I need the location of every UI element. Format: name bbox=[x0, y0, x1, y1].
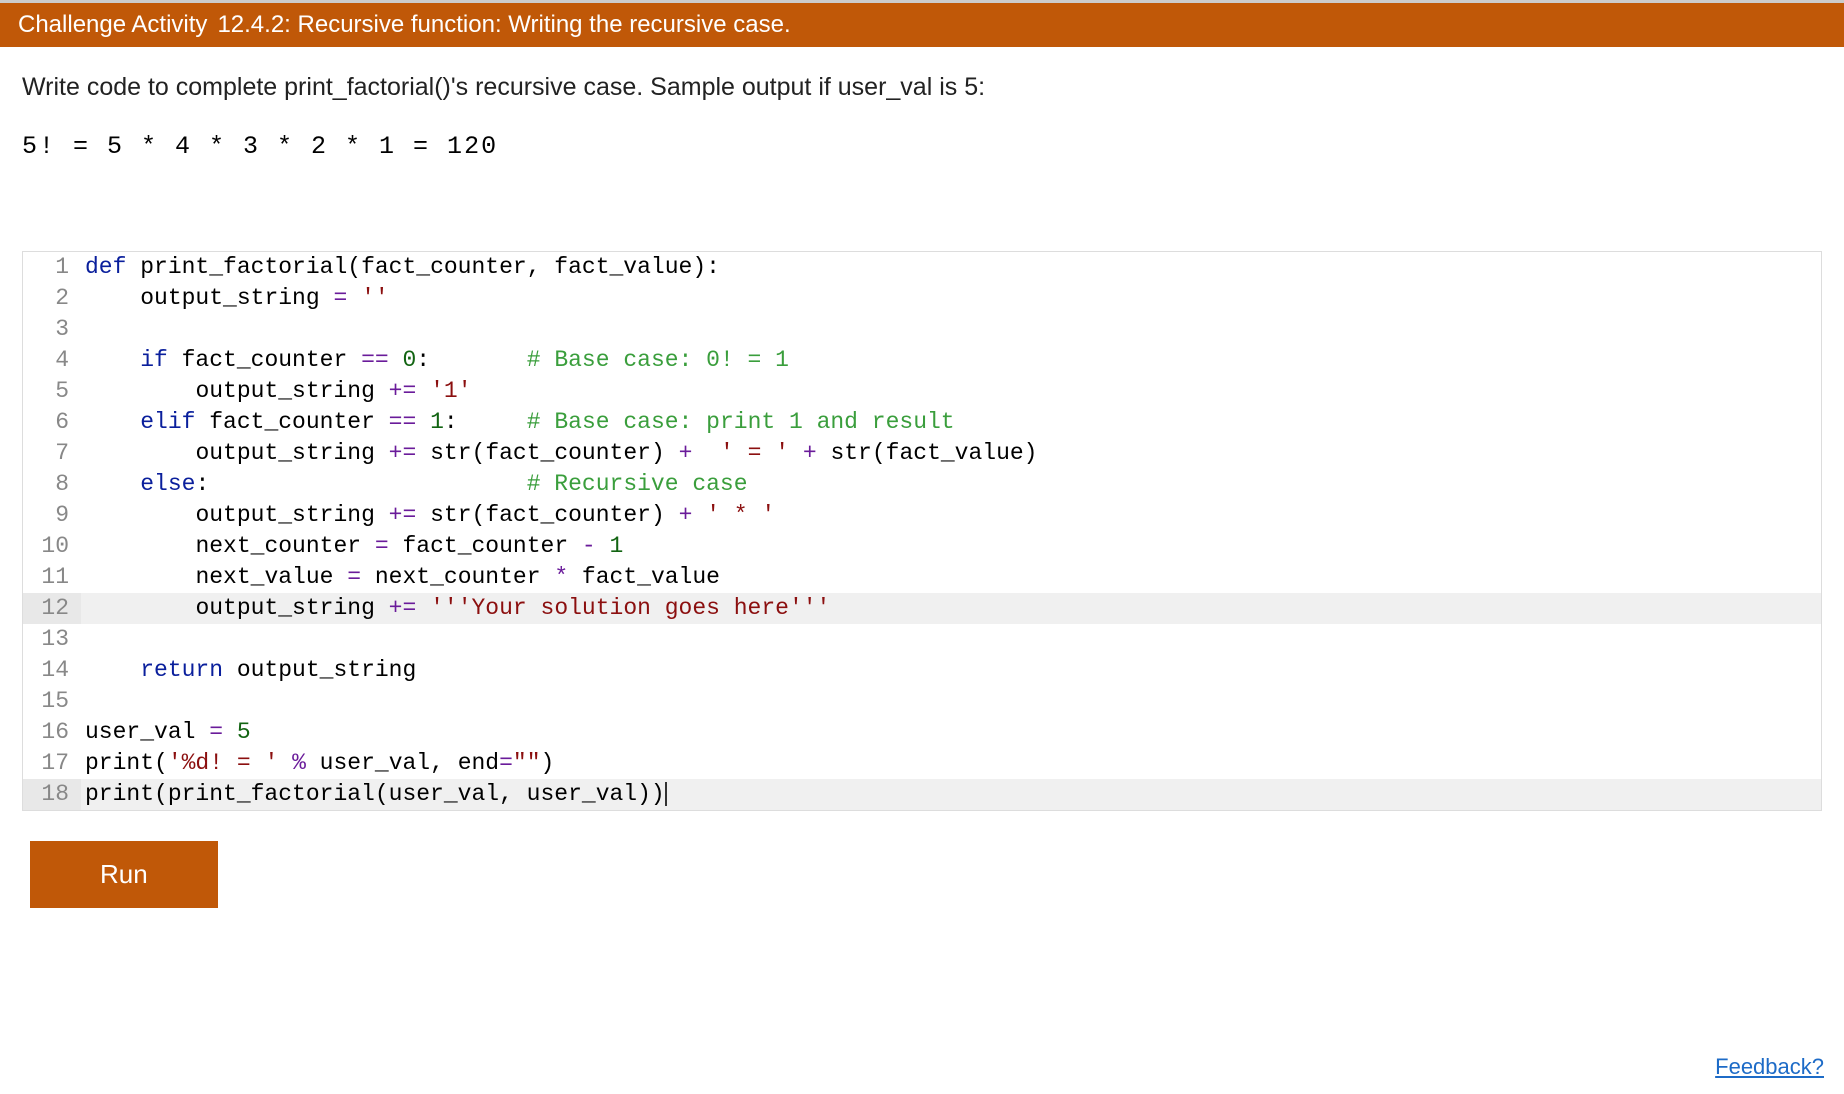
code-line[interactable]: 9 output_string += str(fact_counter) + '… bbox=[23, 500, 1821, 531]
code-content[interactable]: output_string = '' bbox=[81, 283, 1821, 314]
code-content[interactable] bbox=[81, 624, 1821, 655]
code-content[interactable]: return output_string bbox=[81, 655, 1821, 686]
code-editor[interactable]: 1def print_factorial(fact_counter, fact_… bbox=[22, 251, 1822, 811]
challenge-badge: Challenge Activity bbox=[18, 11, 207, 39]
code-line[interactable]: 5 output_string += '1' bbox=[23, 376, 1821, 407]
prompt-text: Write code to complete print_factorial()… bbox=[22, 73, 1822, 102]
code-content[interactable]: else: # Recursive case bbox=[81, 469, 1821, 500]
code-line[interactable]: 17print('%d! = ' % user_val, end="") bbox=[23, 748, 1821, 779]
code-line[interactable]: 4 if fact_counter == 0: # Base case: 0! … bbox=[23, 345, 1821, 376]
prompt-area: Write code to complete print_factorial()… bbox=[0, 47, 1844, 211]
line-number: 17 bbox=[23, 748, 81, 779]
challenge-number: 12.4.2: bbox=[217, 11, 290, 39]
code-content[interactable]: elif fact_counter == 1: # Base case: pri… bbox=[81, 407, 1821, 438]
line-number: 8 bbox=[23, 469, 81, 500]
code-content[interactable]: output_string += str(fact_counter) + ' *… bbox=[81, 500, 1821, 531]
code-line[interactable]: 3 bbox=[23, 314, 1821, 345]
line-number: 2 bbox=[23, 283, 81, 314]
line-number: 16 bbox=[23, 717, 81, 748]
run-button[interactable]: Run bbox=[30, 841, 218, 908]
line-number: 1 bbox=[23, 252, 81, 283]
code-content[interactable]: output_string += str(fact_counter) + ' =… bbox=[81, 438, 1821, 469]
line-number: 6 bbox=[23, 407, 81, 438]
code-content[interactable]: if fact_counter == 0: # Base case: 0! = … bbox=[81, 345, 1821, 376]
line-number: 18 bbox=[23, 779, 81, 810]
code-line[interactable]: 11 next_value = next_counter * fact_valu… bbox=[23, 562, 1821, 593]
code-content[interactable] bbox=[81, 686, 1821, 717]
code-line[interactable]: 10 next_counter = fact_counter - 1 bbox=[23, 531, 1821, 562]
line-number: 15 bbox=[23, 686, 81, 717]
line-number: 10 bbox=[23, 531, 81, 562]
text-cursor bbox=[665, 782, 667, 806]
code-line[interactable]: 14 return output_string bbox=[23, 655, 1821, 686]
challenge-title: Recursive function: Writing the recursiv… bbox=[298, 11, 791, 39]
code-line[interactable]: 13 bbox=[23, 624, 1821, 655]
code-line[interactable]: 2 output_string = '' bbox=[23, 283, 1821, 314]
sample-output: 5! = 5 * 4 * 3 * 2 * 1 = 120 bbox=[22, 132, 1822, 161]
line-number: 11 bbox=[23, 562, 81, 593]
code-content[interactable]: print(print_factorial(user_val, user_val… bbox=[81, 779, 1821, 810]
code-line[interactable]: 15 bbox=[23, 686, 1821, 717]
code-line[interactable]: 6 elif fact_counter == 1: # Base case: p… bbox=[23, 407, 1821, 438]
code-line[interactable]: 12 output_string += '''Your solution goe… bbox=[23, 593, 1821, 624]
line-number: 12 bbox=[23, 593, 81, 624]
code-line[interactable]: 8 else: # Recursive case bbox=[23, 469, 1821, 500]
code-content[interactable]: next_counter = fact_counter - 1 bbox=[81, 531, 1821, 562]
code-line[interactable]: 18print(print_factorial(user_val, user_v… bbox=[23, 779, 1821, 810]
code-content[interactable]: output_string += '1' bbox=[81, 376, 1821, 407]
code-content[interactable]: output_string += '''Your solution goes h… bbox=[81, 593, 1821, 624]
code-content[interactable]: def print_factorial(fact_counter, fact_v… bbox=[81, 252, 1821, 283]
code-line[interactable]: 7 output_string += str(fact_counter) + '… bbox=[23, 438, 1821, 469]
line-number: 9 bbox=[23, 500, 81, 531]
line-number: 3 bbox=[23, 314, 81, 345]
code-content[interactable]: print('%d! = ' % user_val, end="") bbox=[81, 748, 1821, 779]
line-number: 5 bbox=[23, 376, 81, 407]
line-number: 13 bbox=[23, 624, 81, 655]
line-number: 4 bbox=[23, 345, 81, 376]
line-number: 7 bbox=[23, 438, 81, 469]
code-content[interactable] bbox=[81, 314, 1821, 345]
challenge-header: Challenge Activity 12.4.2: Recursive fun… bbox=[0, 0, 1844, 47]
code-content[interactable]: next_value = next_counter * fact_value bbox=[81, 562, 1821, 593]
code-content[interactable]: user_val = 5 bbox=[81, 717, 1821, 748]
feedback-link[interactable]: Feedback? bbox=[1715, 1054, 1824, 1080]
line-number: 14 bbox=[23, 655, 81, 686]
code-line[interactable]: 16user_val = 5 bbox=[23, 717, 1821, 748]
code-line[interactable]: 1def print_factorial(fact_counter, fact_… bbox=[23, 252, 1821, 283]
